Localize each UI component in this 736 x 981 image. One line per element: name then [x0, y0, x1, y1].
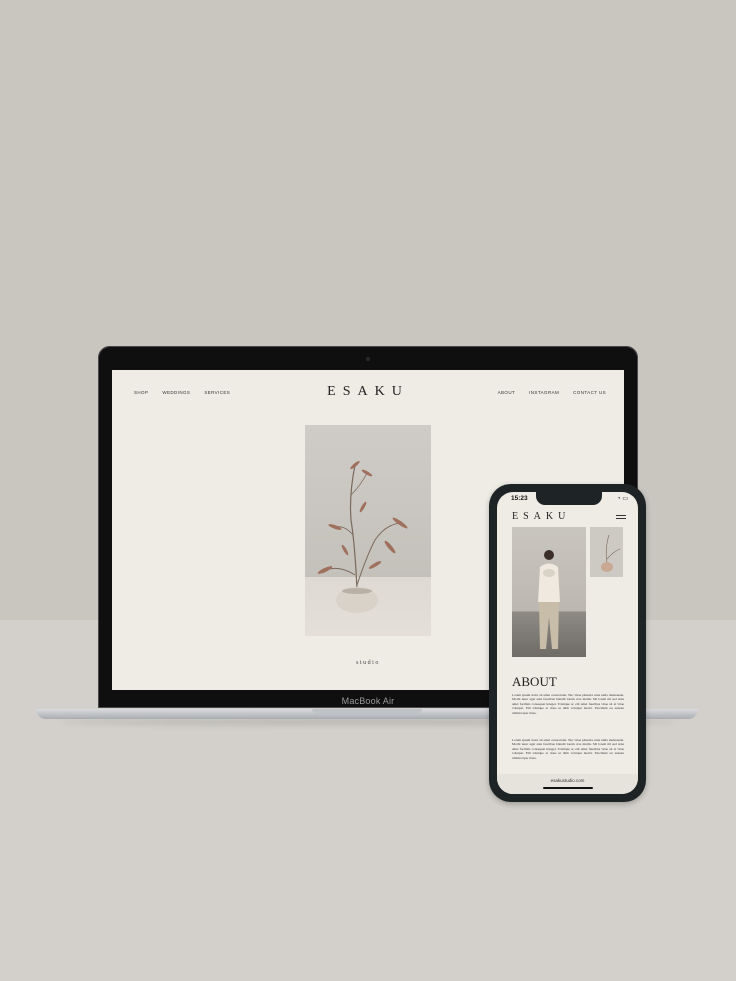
vase-illustration	[601, 534, 621, 572]
home-indicator	[543, 787, 593, 789]
phone-site-logo[interactable]: ESAKU	[512, 511, 570, 522]
about-heading: ABOUT	[512, 674, 557, 689]
about-photo-vase	[590, 527, 623, 577]
phone: 15:23 ◔ ▭ ESAKU ABOUT Lorem ipsum dolor …	[489, 484, 646, 802]
hero-image	[305, 425, 431, 636]
status-time: 15:23	[511, 495, 528, 502]
about-paragraph-1: Lorem ipsum dolor sit amet consectetur. …	[512, 693, 624, 715]
phone-screen: 15:23 ◔ ▭ ESAKU ABOUT Lorem ipsum dolor …	[497, 492, 638, 794]
about-paragraph-2: Lorem ipsum dolor sit amet consectetur. …	[512, 738, 624, 760]
wifi-icon: ◔	[617, 496, 621, 502]
status-icons: ◔ ▭	[617, 495, 628, 502]
nav-link-instagram[interactable]: INSTAGRAM	[529, 390, 559, 395]
person-illustration	[538, 550, 560, 649]
ikebana-illustration	[317, 460, 408, 613]
phone-notch	[536, 492, 602, 505]
nav-link-contact[interactable]: CONTACT US	[573, 390, 606, 395]
browser-address-bar[interactable]: esakustudio.com	[497, 774, 638, 794]
laptop-camera	[366, 357, 370, 361]
hamburger-menu-icon[interactable]	[616, 515, 626, 521]
address-url[interactable]: esakustudio.com	[497, 778, 638, 783]
battery-icon: ▭	[622, 496, 628, 502]
nav-link-about[interactable]: ABOUT	[498, 390, 516, 395]
laptop-base-notch	[312, 709, 422, 714]
about-photo-person	[512, 527, 586, 657]
laptop-nav-right: ABOUT INSTAGRAM CONTACT US	[498, 390, 606, 395]
